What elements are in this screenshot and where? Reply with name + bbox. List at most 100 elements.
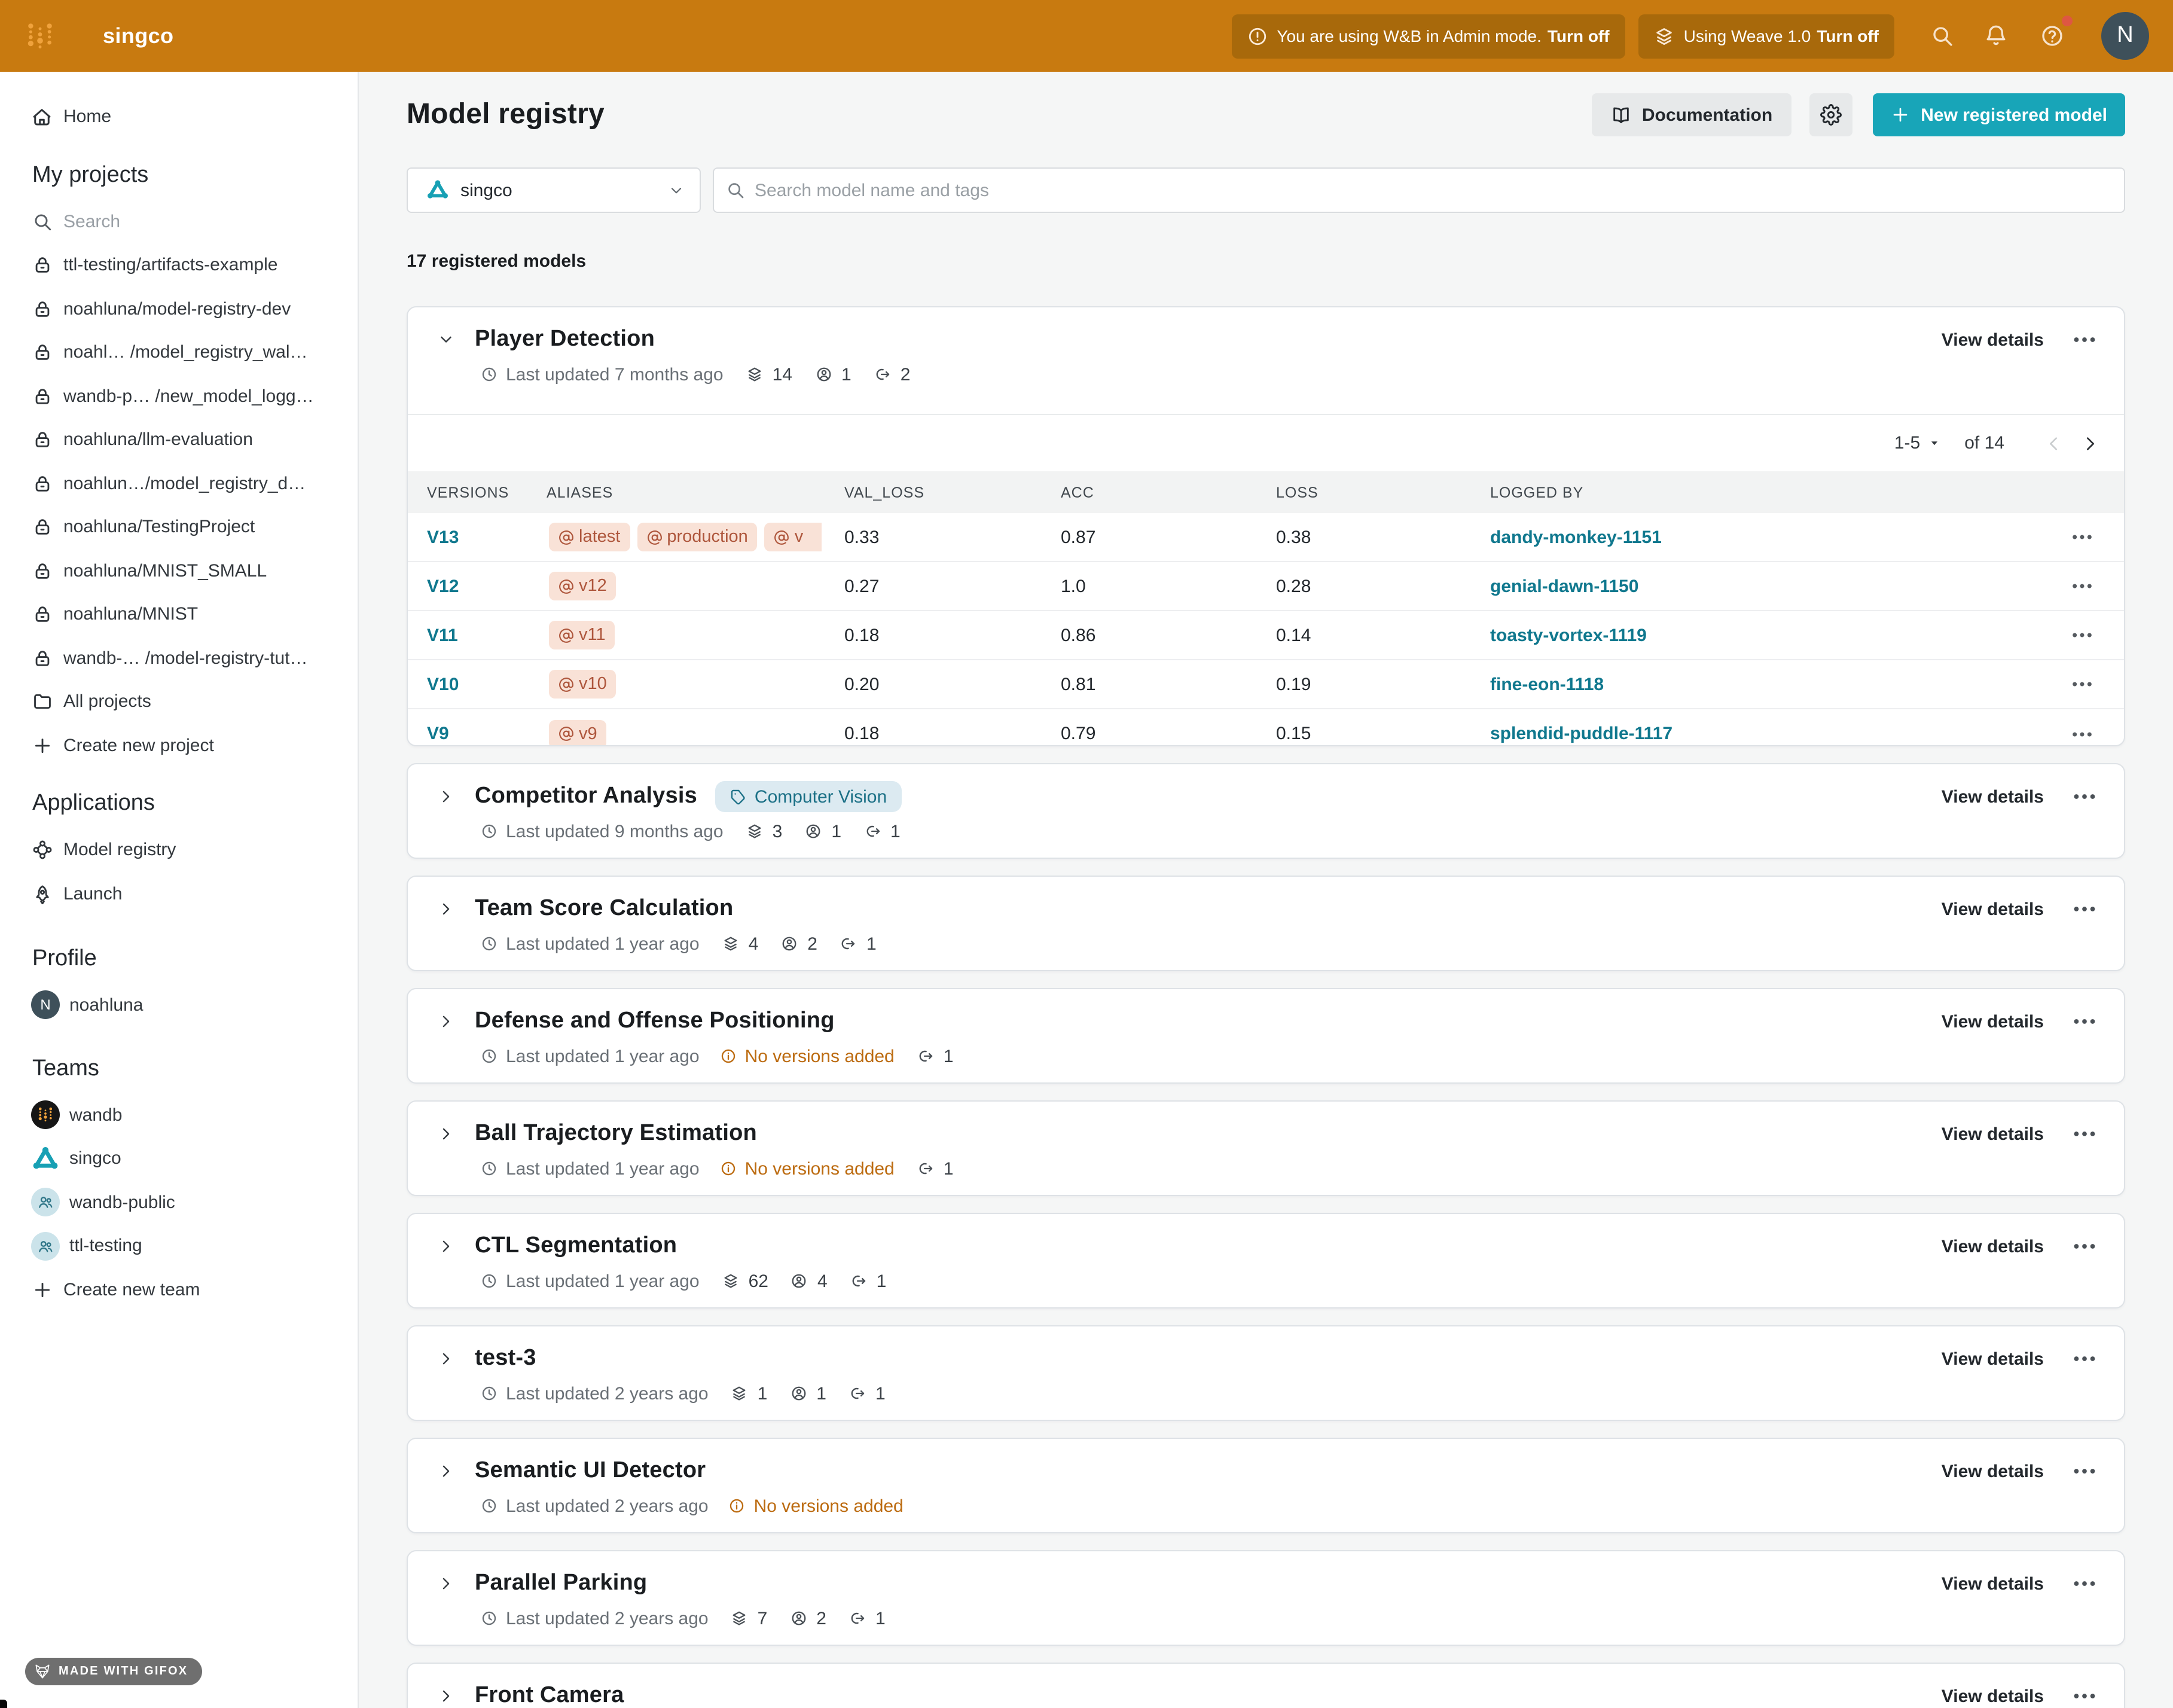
sidebar-project-item[interactable]: noahlun…/model_registry_d… xyxy=(0,462,358,505)
logged-by-run-link[interactable]: dandy-monkey-1151 xyxy=(1490,527,2040,547)
chevron-right-icon[interactable] xyxy=(438,788,454,805)
help-icon[interactable] xyxy=(2040,24,2064,48)
overflow-menu-icon[interactable] xyxy=(2071,1008,2098,1035)
sidebar-team-wandb-public[interactable]: wandb-public xyxy=(0,1181,358,1224)
alias-chip[interactable]: v9 xyxy=(549,719,607,746)
view-details-button[interactable]: View details xyxy=(1942,1461,2044,1481)
overflow-menu-icon[interactable] xyxy=(2070,574,2094,598)
overflow-menu-icon[interactable] xyxy=(2070,722,2094,746)
logged-by-run-link[interactable]: toasty-vortex-1119 xyxy=(1490,625,2040,645)
topbar-brand[interactable]: singco xyxy=(103,23,173,48)
layers-icon xyxy=(746,366,763,383)
logged-by-run-link[interactable]: splendid-puddle-1117 xyxy=(1490,724,2040,744)
sidebar-team-wandb[interactable]: wandb xyxy=(0,1093,358,1137)
chevron-right-icon[interactable] xyxy=(438,1013,454,1030)
entity-select[interactable]: singco xyxy=(407,167,701,213)
overflow-menu-icon[interactable] xyxy=(2071,1683,2098,1708)
sidebar-team-ttl-testing[interactable]: ttl-testing xyxy=(0,1224,358,1268)
sidebar-team-singco[interactable]: singco xyxy=(0,1137,358,1181)
sidebar-section-applications: Applications xyxy=(32,786,358,822)
chevron-right-icon[interactable] xyxy=(438,1238,454,1255)
overflow-menu-icon[interactable] xyxy=(2071,1346,2098,1372)
version-link[interactable]: V11 xyxy=(408,625,547,645)
sidebar-item-launch[interactable]: Launch xyxy=(0,872,358,916)
links-count: 1 xyxy=(849,1608,886,1628)
overflow-menu-icon[interactable] xyxy=(2071,1570,2098,1597)
sidebar-item-home[interactable]: Home xyxy=(0,94,358,139)
version-link[interactable]: V12 xyxy=(408,576,547,596)
sidebar-item-model-registry[interactable]: Model registry xyxy=(0,828,358,872)
sidebar-project-item[interactable]: noahluna/model-registry-dev xyxy=(0,287,358,331)
chevron-right-icon[interactable] xyxy=(438,1126,454,1142)
sidebar-project-item[interactable]: noahluna/TestingProject xyxy=(0,505,358,549)
alias-chip[interactable]: v10 xyxy=(549,670,617,699)
view-details-button[interactable]: View details xyxy=(1942,330,2044,350)
sidebar-search[interactable]: Search xyxy=(0,200,358,243)
documentation-button[interactable]: Documentation xyxy=(1592,93,1791,136)
lock-icon xyxy=(32,386,53,407)
pagination-range-select[interactable]: 1-5 xyxy=(1894,433,1940,453)
sidebar-project-item[interactable]: noahluna/MNIST xyxy=(0,593,358,636)
sidebar-project-item[interactable]: ttl-testing/artifacts-example xyxy=(0,243,358,287)
overflow-menu-icon[interactable] xyxy=(2070,525,2094,549)
wandb-logo-icon[interactable] xyxy=(25,21,55,51)
version-link[interactable]: V9 xyxy=(408,724,547,744)
sidebar-item-all-projects[interactable]: All projects xyxy=(0,680,358,724)
chevron-down-icon xyxy=(669,182,684,198)
view-details-button[interactable]: View details xyxy=(1942,899,2044,919)
new-registered-model-button[interactable]: New registered model xyxy=(1873,93,2125,136)
sidebar-project-item[interactable]: noahluna/llm-evaluation xyxy=(0,418,358,462)
notification-dot xyxy=(2062,16,2073,26)
logged-by-run-link[interactable]: fine-eon-1118 xyxy=(1490,674,2040,694)
sidebar-project-item[interactable]: noahluna/MNIST_SMALL xyxy=(0,549,358,593)
model-search-input[interactable] xyxy=(755,180,2124,200)
version-link[interactable]: V13 xyxy=(408,527,547,547)
previous-page-icon[interactable] xyxy=(2044,434,2063,453)
create-new-team-label: Create new team xyxy=(63,1280,200,1300)
sidebar-project-item[interactable]: wandb-… /model-registry-tut… xyxy=(0,636,358,680)
overflow-menu-icon[interactable] xyxy=(2071,1233,2098,1259)
alias-chip[interactable]: v xyxy=(765,523,822,551)
notifications-bell-icon[interactable] xyxy=(1984,24,2008,48)
sidebar-item-create-new-project[interactable]: Create new project xyxy=(0,724,358,767)
sidebar-item-create-new-team[interactable]: Create new team xyxy=(0,1268,358,1312)
sidebar-project-item[interactable]: noahl… /model_registry_wal… xyxy=(0,331,358,374)
logged-by-run-link[interactable]: genial-dawn-1150 xyxy=(1490,576,2040,596)
sidebar-project-label: noahl… /model_registry_wal… xyxy=(63,343,308,363)
view-details-button[interactable]: View details xyxy=(1942,1573,2044,1594)
overflow-menu-icon[interactable] xyxy=(2071,896,2098,922)
chevron-right-icon[interactable] xyxy=(438,1463,454,1480)
overflow-menu-icon[interactable] xyxy=(2070,672,2094,696)
chevron-right-icon[interactable] xyxy=(438,1688,454,1704)
admin-turn-off-button[interactable]: Turn off xyxy=(1548,26,1610,45)
alias-chip[interactable]: v11 xyxy=(549,621,615,649)
alias-chip[interactable]: latest xyxy=(549,523,630,551)
user-avatar[interactable]: N xyxy=(2101,12,2149,60)
view-details-button[interactable]: View details xyxy=(1942,1124,2044,1144)
search-icon[interactable] xyxy=(1930,24,1954,48)
alias-chip[interactable]: v12 xyxy=(549,572,617,600)
view-details-button[interactable]: View details xyxy=(1942,1349,2044,1369)
view-details-button[interactable]: View details xyxy=(1942,1236,2044,1256)
alias-chip[interactable]: production xyxy=(637,523,757,551)
settings-button[interactable] xyxy=(1809,93,1852,136)
model-tag-chip[interactable]: Computer Vision xyxy=(715,781,901,812)
overflow-menu-icon[interactable] xyxy=(2071,783,2098,810)
sidebar-project-item[interactable]: wandb-p… /new_model_logg… xyxy=(0,374,358,418)
chevron-down-icon[interactable] xyxy=(438,331,454,348)
version-link[interactable]: V10 xyxy=(408,674,547,694)
next-page-icon[interactable] xyxy=(2081,434,2100,453)
weave-turn-off-button[interactable]: Turn off xyxy=(1817,26,1879,45)
overflow-menu-icon[interactable] xyxy=(2071,1121,2098,1147)
chevron-right-icon[interactable] xyxy=(438,1575,454,1592)
overflow-menu-icon[interactable] xyxy=(2070,623,2094,647)
view-details-button[interactable]: View details xyxy=(1942,1686,2044,1706)
chevron-right-icon[interactable] xyxy=(438,901,454,917)
view-details-button[interactable]: View details xyxy=(1942,1011,2044,1032)
alias-clip: v11 xyxy=(549,621,822,649)
overflow-menu-icon[interactable] xyxy=(2071,327,2098,353)
chevron-right-icon[interactable] xyxy=(438,1350,454,1367)
overflow-menu-icon[interactable] xyxy=(2071,1458,2098,1484)
sidebar-item-profile-user[interactable]: Nnoahluna xyxy=(0,983,358,1027)
view-details-button[interactable]: View details xyxy=(1942,786,2044,807)
